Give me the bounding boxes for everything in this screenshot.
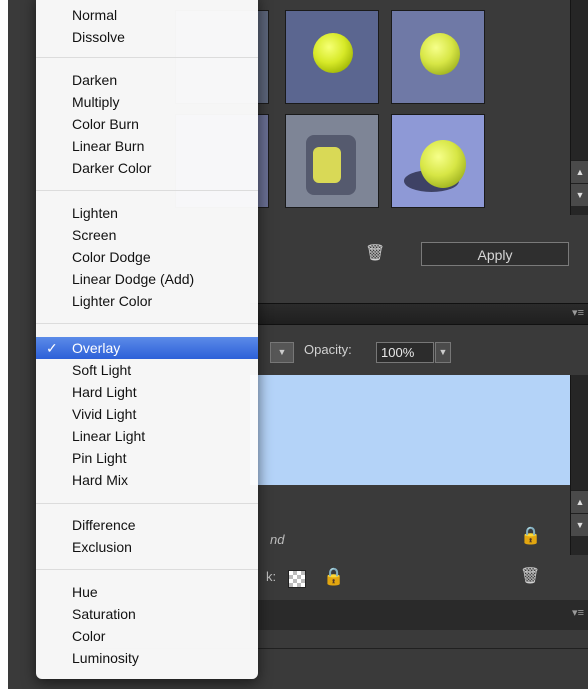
collapsed-panel-header: ▾≡: [250, 600, 588, 630]
menu-item-darker-color[interactable]: Darker Color: [36, 157, 258, 179]
menu-item-color-burn[interactable]: Color Burn: [36, 113, 258, 135]
opacity-input[interactable]: 100%: [376, 342, 434, 363]
filter-thumbnail-2[interactable]: [285, 10, 379, 104]
opacity-dropdown-button[interactable]: ▼: [435, 342, 451, 363]
menu-item-exclusion[interactable]: Exclusion: [36, 536, 258, 558]
scroll-up-button[interactable]: ▲: [571, 160, 588, 183]
menu-separator: [36, 190, 258, 191]
menu-item-darken[interactable]: Darken: [36, 69, 258, 91]
menu-item-hard-mix[interactable]: Hard Mix: [36, 469, 258, 491]
menu-item-overlay-label: Overlay: [72, 340, 121, 356]
menu-item-saturation[interactable]: Saturation: [36, 603, 258, 625]
panel-menu-icon[interactable]: ▾≡: [572, 307, 584, 319]
apply-button[interactable]: Apply: [421, 242, 569, 266]
blend-mode-menu: Normal Dissolve Darken Multiply Color Bu…: [36, 0, 258, 679]
panel-menu-icon[interactable]: ▾≡: [572, 606, 584, 619]
menu-item-dissolve[interactable]: Dissolve: [36, 26, 258, 48]
menu-item-color-dodge[interactable]: Color Dodge: [36, 246, 258, 268]
menu-item-screen[interactable]: Screen: [36, 224, 258, 246]
opacity-label: Opacity:: [304, 342, 352, 357]
filter-thumbnail-6[interactable]: [391, 114, 485, 208]
menu-item-pin-light[interactable]: Pin Light: [36, 447, 258, 469]
menu-item-linear-burn[interactable]: Linear Burn: [36, 135, 258, 157]
menu-item-soft-light[interactable]: Soft Light: [36, 359, 258, 381]
checkmark-icon: ✓: [46, 340, 58, 356]
background-layer-label: nd: [270, 532, 285, 547]
menu-item-multiply[interactable]: Multiply: [36, 91, 258, 113]
filter-thumbnail-3[interactable]: [391, 10, 485, 104]
menu-item-overlay[interactable]: ✓ Overlay: [36, 337, 258, 359]
thumbnail-scrollbar[interactable]: ▲ ▼: [570, 0, 588, 215]
layers-panel-header: ▾≡: [250, 303, 588, 325]
menu-separator: [36, 57, 258, 58]
delete-layer-icon[interactable]: 🗑: [520, 569, 540, 585]
scroll-down-button[interactable]: ▼: [571, 183, 588, 206]
menu-item-hue[interactable]: Hue: [36, 581, 258, 603]
menu-item-linear-dodge[interactable]: Linear Dodge (Add): [36, 268, 258, 290]
blend-mode-dropdown[interactable]: ▼: [270, 342, 294, 363]
menu-item-lighten[interactable]: Lighten: [36, 202, 258, 224]
lock-transparency-icon[interactable]: [288, 570, 306, 588]
menu-separator: [36, 503, 258, 504]
menu-item-luminosity[interactable]: Luminosity: [36, 647, 258, 669]
menu-item-color[interactable]: Color: [36, 625, 258, 647]
layers-scrollbar[interactable]: ▲ ▼: [570, 375, 588, 555]
menu-separator: [36, 569, 258, 570]
filter-thumbnail-5[interactable]: [285, 114, 379, 208]
menu-separator: [36, 323, 258, 324]
layer-row-selected[interactable]: [250, 375, 575, 485]
menu-item-vivid-light[interactable]: Vivid Light: [36, 403, 258, 425]
layers-scroll-down-button[interactable]: ▼: [571, 513, 588, 536]
menu-item-difference[interactable]: Difference: [36, 514, 258, 536]
layers-scroll-up-button[interactable]: ▲: [571, 490, 588, 513]
menu-item-lighter-color[interactable]: Lighter Color: [36, 290, 258, 312]
lock-icon: 🔒: [520, 526, 542, 545]
menu-item-linear-light[interactable]: Linear Light: [36, 425, 258, 447]
lock-all-icon[interactable]: 🔒: [323, 568, 344, 585]
menu-item-normal[interactable]: Normal: [36, 4, 258, 26]
trash-icon[interactable]: 🗑: [365, 246, 385, 262]
menu-item-hard-light[interactable]: Hard Light: [36, 381, 258, 403]
lock-label: k:: [266, 569, 277, 584]
